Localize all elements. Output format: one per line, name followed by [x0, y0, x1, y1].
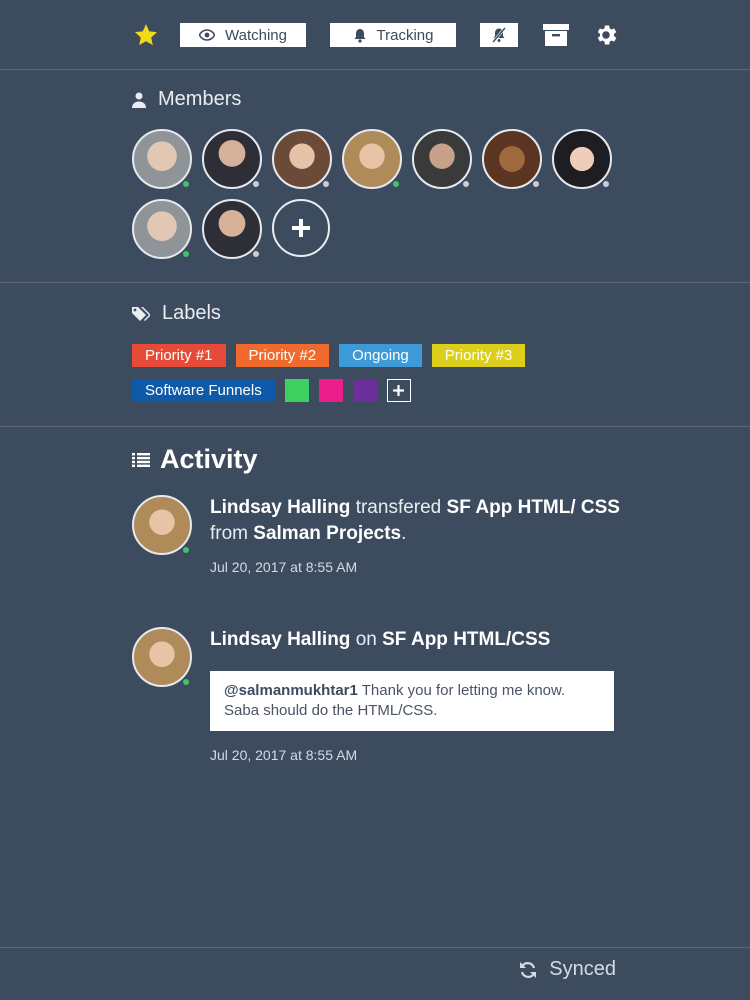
online-status-dot — [183, 679, 189, 685]
activity-timestamp: Jul 20, 2017 at 8:55 AM — [210, 747, 358, 763]
star-button[interactable] — [132, 21, 160, 49]
label-tag[interactable]: Ongoing — [339, 344, 422, 367]
labels-title: Labels — [162, 302, 221, 324]
offline-status-dot — [253, 181, 259, 187]
activity-verb: on — [355, 629, 377, 650]
activity-verb: transfered — [355, 497, 442, 518]
member-avatar[interactable] — [132, 129, 192, 189]
plus-icon — [393, 385, 405, 396]
star-icon — [134, 24, 158, 46]
activity-heading: Activity — [132, 444, 258, 475]
bell-slash-icon — [492, 27, 506, 43]
add-label-button[interactable] — [386, 379, 411, 402]
online-status-dot — [393, 181, 399, 187]
eye-icon — [199, 29, 215, 41]
sync-status-label: Synced — [549, 958, 616, 980]
tags-icon — [132, 306, 150, 321]
labels-heading: Labels — [132, 302, 221, 325]
member-avatar[interactable] — [202, 129, 262, 189]
activity-end: . — [401, 523, 407, 544]
online-status-dot — [183, 547, 189, 553]
refresh-icon — [520, 961, 537, 978]
user-icon — [132, 92, 146, 108]
member-avatar[interactable] — [202, 199, 262, 259]
settings-button[interactable] — [592, 21, 620, 49]
member-avatar[interactable] — [412, 129, 472, 189]
label-color-swatch[interactable] — [318, 379, 343, 402]
member-avatar[interactable] — [132, 199, 192, 259]
list-icon — [132, 452, 150, 467]
offline-status-dot — [323, 181, 329, 187]
watching-button[interactable]: Watching — [180, 23, 306, 47]
activity-entry: Lindsay Halling transfered SF App HTML/ … — [132, 495, 622, 575]
member-avatar[interactable] — [342, 129, 402, 189]
card-link[interactable]: SF App HTML/CSS — [382, 629, 550, 650]
sync-status: Synced — [519, 958, 616, 981]
user-avatar[interactable] — [132, 495, 192, 555]
labels-list: Priority #1 Priority #2 Ongoing Priority… — [132, 344, 612, 414]
card-link[interactable]: SF App HTML/ CSS — [447, 497, 620, 518]
user-name[interactable]: Lindsay Halling — [210, 629, 350, 650]
label-tag[interactable]: Priority #1 — [132, 344, 226, 367]
member-avatar[interactable] — [552, 129, 612, 189]
plus-icon — [292, 219, 310, 237]
label-color-swatch[interactable] — [352, 379, 377, 402]
members-list — [132, 129, 632, 269]
label-tag[interactable]: Priority #2 — [235, 344, 330, 367]
offline-status-dot — [253, 251, 259, 257]
label-tag[interactable]: Software Funnels — [132, 379, 275, 402]
activity-title: Activity — [160, 444, 258, 474]
offline-status-dot — [603, 181, 609, 187]
label-color-swatch[interactable] — [284, 379, 309, 402]
activity-timestamp: Jul 20, 2017 at 8:55 AM — [210, 559, 358, 575]
watching-label: Watching — [225, 26, 287, 44]
activity-preposition: from — [210, 523, 248, 544]
members-title: Members — [158, 88, 242, 110]
divider — [0, 947, 750, 948]
activity-text: Lindsay Halling transfered SF App HTML/ … — [210, 495, 622, 547]
members-heading: Members — [132, 88, 241, 111]
member-avatar[interactable] — [272, 129, 332, 189]
tracking-label: Tracking — [376, 26, 434, 44]
offline-status-dot — [533, 181, 539, 187]
toolbar: Watching Tracking — [132, 20, 620, 50]
divider — [0, 69, 750, 70]
divider — [0, 426, 750, 427]
mute-notifications-button[interactable] — [480, 23, 518, 47]
online-status-dot — [183, 251, 189, 257]
archive-button[interactable] — [542, 21, 570, 49]
gear-icon — [597, 25, 617, 45]
user-name[interactable]: Lindsay Halling — [210, 497, 350, 518]
online-status-dot — [183, 181, 189, 187]
bell-icon — [354, 28, 366, 43]
comment-box: @salmanmukhtar1 Thank you for letting me… — [210, 671, 614, 731]
offline-status-dot — [463, 181, 469, 187]
add-member-button[interactable] — [272, 199, 330, 257]
tracking-button[interactable]: Tracking — [330, 23, 456, 47]
archive-icon — [543, 24, 569, 46]
user-avatar[interactable] — [132, 627, 192, 687]
activity-text: Lindsay Halling on SF App HTML/CSS — [210, 627, 622, 653]
member-avatar[interactable] — [482, 129, 542, 189]
activity-entry: Lindsay Halling on SF App HTML/CSS @salm… — [132, 627, 622, 763]
label-tag[interactable]: Priority #3 — [431, 344, 526, 367]
divider — [0, 282, 750, 283]
project-link[interactable]: Salman Projects — [253, 523, 401, 544]
comment-mention[interactable]: @salmanmukhtar1 — [224, 682, 358, 699]
